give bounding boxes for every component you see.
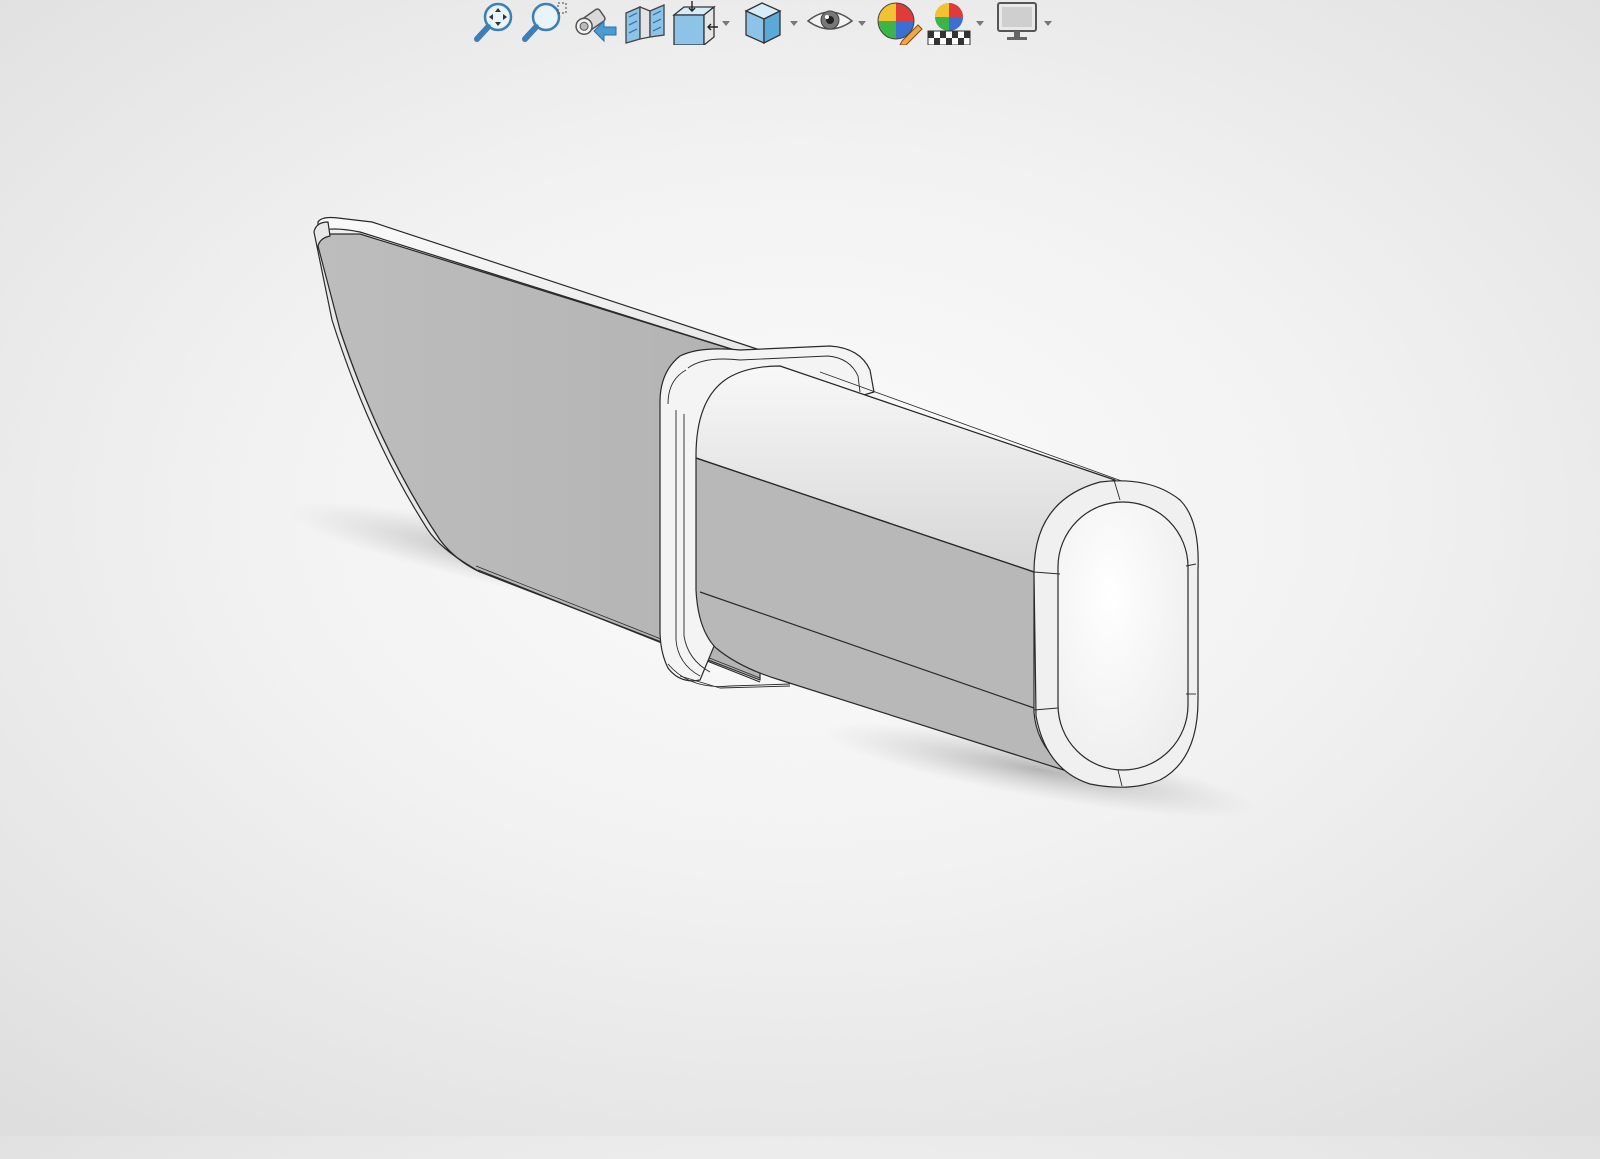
previous-view-icon [575, 8, 617, 43]
zoom-to-area-button[interactable] [520, 0, 570, 46]
chevron-down-icon [858, 20, 866, 26]
chevron-down-icon [722, 20, 730, 26]
zoom-to-area-icon [522, 2, 567, 42]
hide-show-items-button[interactable] [806, 0, 856, 46]
display-style-button[interactable] [738, 0, 788, 46]
zoom-to-fit-button[interactable] [470, 0, 520, 46]
view-settings-button[interactable] [992, 0, 1042, 46]
model-view[interactable] [0, 0, 1568, 1136]
edit-appearance-icon [877, 2, 923, 45]
apply-scene-icon [927, 3, 971, 45]
nozzle-end-cap[interactable] [1033, 479, 1199, 788]
section-view-button[interactable] [620, 0, 670, 46]
section-view-icon [625, 4, 665, 44]
view-settings-dropdown[interactable] [1042, 0, 1054, 46]
zoom-to-fit-icon [474, 2, 513, 42]
graphics-area[interactable] [0, 0, 1568, 1136]
apply-scene-button[interactable] [924, 0, 974, 46]
view-orientation-dropdown[interactable] [720, 0, 732, 46]
view-settings-icon [997, 2, 1037, 40]
view-orientation-button[interactable] [670, 0, 720, 46]
hide-show-items-dropdown[interactable] [856, 0, 868, 46]
heads-up-view-toolbar [470, 0, 1060, 46]
previous-view-button[interactable] [570, 0, 620, 46]
chevron-down-icon [790, 20, 798, 26]
edit-appearance-button[interactable] [874, 0, 924, 46]
chevron-down-icon [976, 20, 984, 26]
hide-show-items-icon [806, 10, 854, 30]
view-orientation-icon [672, 1, 718, 45]
apply-scene-dropdown[interactable] [974, 0, 986, 46]
display-style-icon [744, 2, 782, 45]
display-style-dropdown[interactable] [788, 0, 800, 46]
chevron-down-icon [1044, 20, 1052, 26]
